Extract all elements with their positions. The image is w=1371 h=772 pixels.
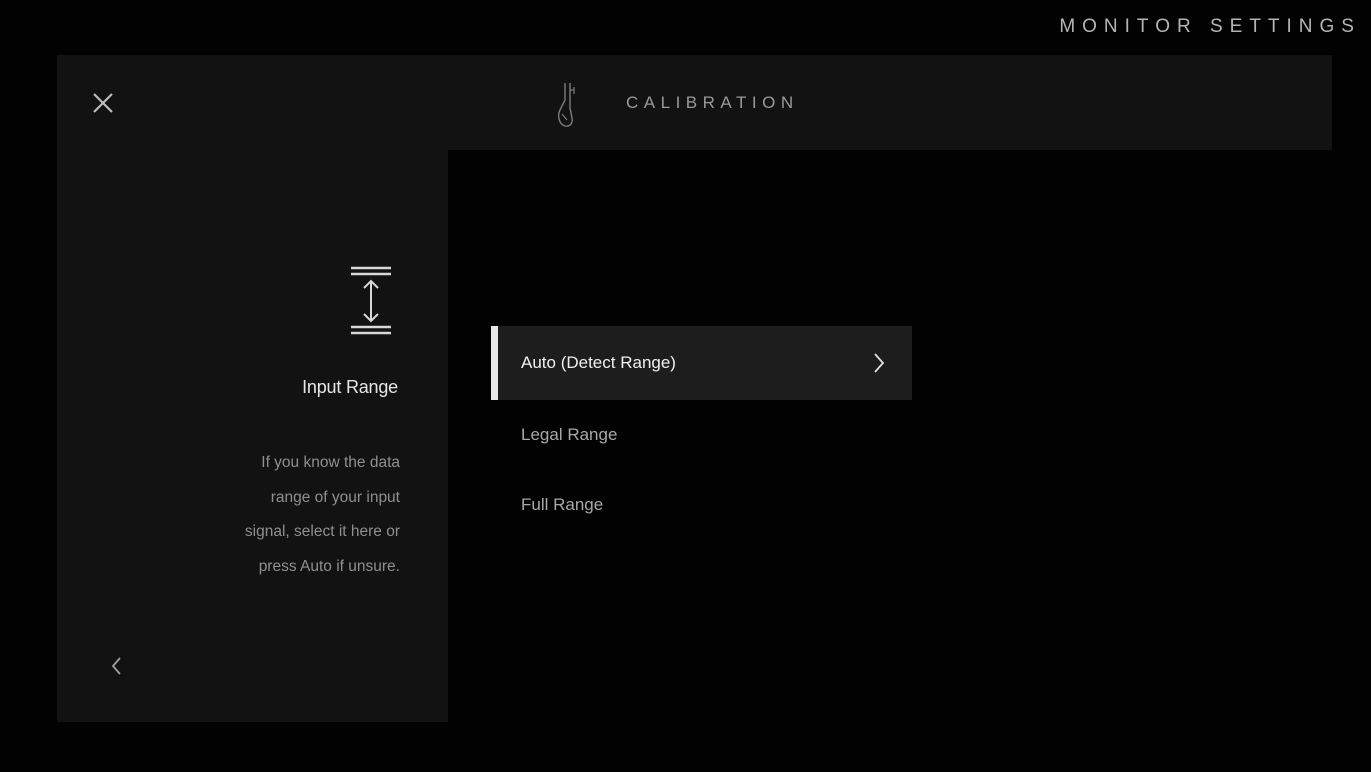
close-icon — [93, 93, 113, 113]
description-line: range of your input — [270, 488, 400, 506]
back-button[interactable] — [106, 652, 130, 680]
chevron-right-icon — [874, 353, 885, 373]
description-line: If you know the data — [261, 454, 400, 471]
option-auto-detect-range[interactable]: Auto (Detect Range) — [491, 326, 912, 400]
monitor-settings-screen: MONITOR SETTINGS CALIBRATION Input Range — [0, 0, 1371, 772]
chevron-left-icon — [111, 657, 121, 675]
option-label: Full Range — [521, 495, 604, 514]
description-line: signal, select it here or — [244, 523, 400, 540]
option-legal-range[interactable]: Legal Range — [491, 400, 912, 470]
close-button[interactable] — [88, 86, 122, 120]
calibration-title: CALIBRATION — [626, 93, 799, 112]
input-range-description: If you know the data range of your input… — [150, 446, 400, 584]
input-range-options: Auto (Detect Range) Legal Range Full Ran… — [491, 326, 912, 540]
input-range-icon — [348, 264, 394, 338]
description-line: press Auto if unsure. — [258, 557, 400, 575]
info-side-panel — [57, 150, 448, 722]
option-label: Legal Range — [521, 425, 618, 444]
calibration-probe-icon — [553, 80, 583, 130]
input-range-heading: Input Range — [302, 377, 398, 397]
option-label: Auto (Detect Range) — [521, 353, 676, 372]
option-full-range[interactable]: Full Range — [491, 470, 912, 540]
selection-indicator — [491, 326, 498, 400]
monitor-settings-title: MONITOR SETTINGS — [1059, 16, 1361, 37]
